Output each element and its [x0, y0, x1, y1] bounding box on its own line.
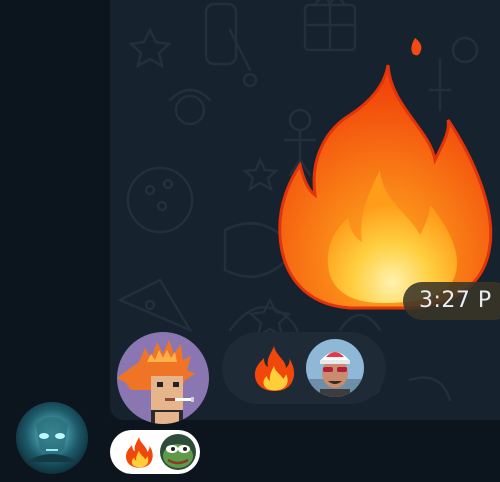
reactor-avatar: [306, 339, 364, 397]
message-timestamp: 3:27 P: [403, 282, 500, 320]
pepe-frog-icon: [160, 434, 196, 470]
man-with-cap-avatar-icon: [306, 339, 364, 397]
fire-icon: [125, 437, 153, 468]
robot-face-avatar-icon: [16, 402, 88, 474]
reaction-sender-avatar[interactable]: [117, 332, 209, 424]
reaction-pill[interactable]: [222, 332, 386, 404]
fire-icon: [254, 346, 295, 391]
pixel-punk-avatar-icon: [117, 332, 209, 424]
user-avatar[interactable]: [16, 402, 88, 474]
fire-sticker[interactable]: [270, 20, 500, 315]
own-reaction-pill[interactable]: [110, 430, 200, 474]
